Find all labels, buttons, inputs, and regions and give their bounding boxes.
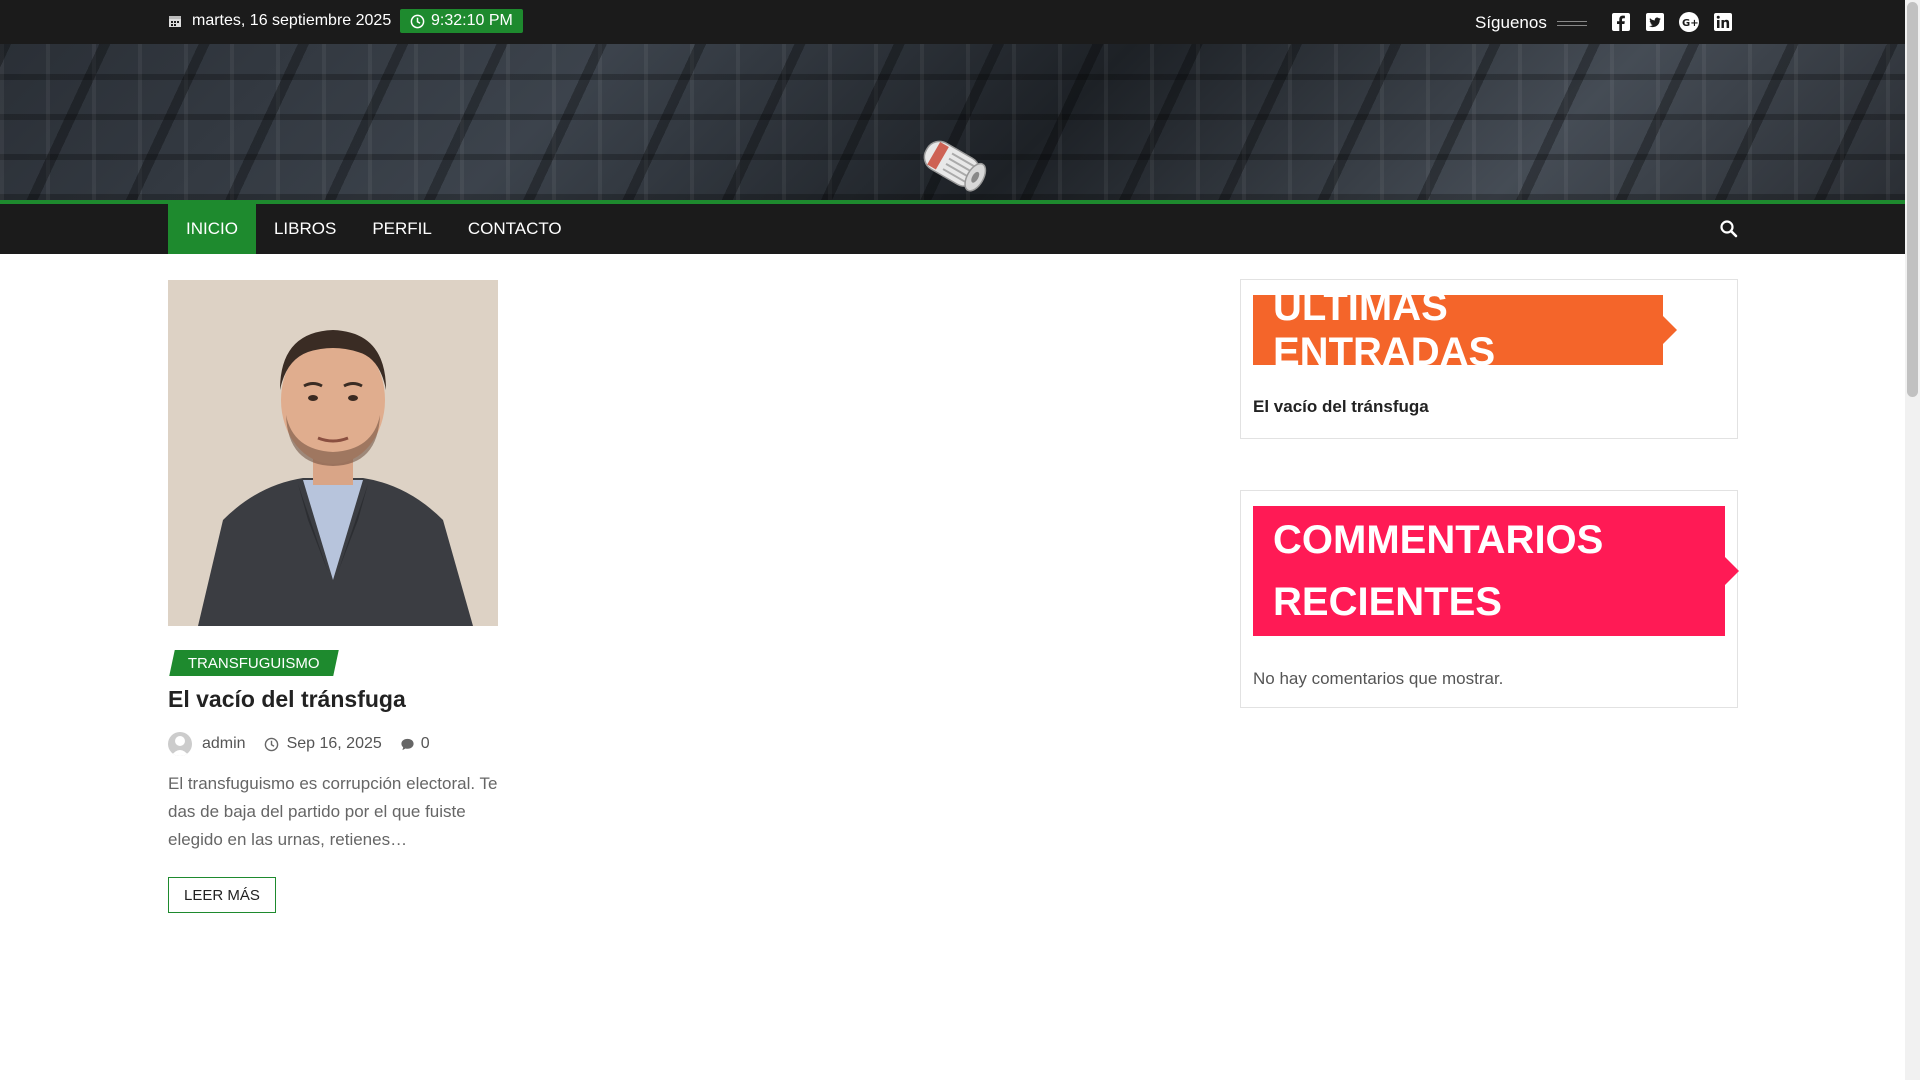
post-excerpt: El transfuguismo es corrupción electoral…: [168, 774, 498, 849]
nav-item-libros[interactable]: LIBROS: [256, 204, 354, 254]
nav-item-contacto[interactable]: CONTACTO: [450, 204, 580, 254]
clock-time: 9:32:10 PM: [431, 12, 513, 29]
no-comments-text: No hay comentarios que mostrar.: [1253, 669, 1504, 688]
author-name[interactable]: admin: [202, 735, 246, 753]
recent-comments-title: COMMENTARIOS RECIENTES: [1273, 518, 1604, 624]
current-date: martes, 16 septiembre 2025: [168, 12, 391, 30]
post-meta: admin Sep 16, 2025 0: [168, 732, 448, 756]
read-more-button[interactable]: LEER MÁS: [168, 877, 276, 913]
follow-label: Síguenos: [1475, 13, 1587, 33]
post-date[interactable]: Sep 16, 2025: [287, 735, 382, 753]
follow-divider: [1556, 20, 1587, 26]
follow-text: Síguenos: [1475, 13, 1547, 32]
post-title[interactable]: El vacío del tránsfuga: [168, 686, 406, 713]
svg-text:G+: G+: [1682, 18, 1699, 29]
date-text: martes, 16 septiembre 2025: [192, 12, 392, 29]
latest-post-link[interactable]: El vacío del tránsfuga: [1253, 397, 1429, 417]
post-featured-image[interactable]: [168, 280, 498, 626]
user-icon: [171, 736, 189, 756]
clock-icon: [264, 737, 278, 751]
author-avatar[interactable]: [168, 732, 192, 756]
category-badge[interactable]: TRANSFUGUISMO: [169, 650, 339, 676]
google-plus-icon[interactable]: G+: [1678, 11, 1700, 33]
social-links: G+: [1610, 11, 1734, 33]
nav-item-perfil[interactable]: PERFIL: [354, 204, 450, 254]
person-photo: [168, 280, 498, 626]
newspaper-logo-icon[interactable]: [900, 120, 1000, 200]
widget-title: ÚLTIMAS ENTRADAS: [1253, 285, 1677, 374]
main-navigation: INICIO LIBROS PERFIL CONTACTO: [0, 200, 1905, 254]
clock-icon: [410, 14, 425, 28]
calendar-icon: [169, 16, 181, 27]
latest-posts-title: ÚLTIMAS ENTRADAS: [1273, 285, 1496, 374]
nav-item-inicio[interactable]: INICIO: [168, 204, 256, 254]
clock-badge: 9:32:10 PM: [400, 9, 523, 33]
search-icon[interactable]: [1718, 218, 1740, 240]
category-label: TRANSFUGUISMO: [188, 654, 320, 672]
top-bar: martes, 16 septiembre 2025 9:32:10 PM Sí…: [0, 0, 1905, 44]
linkedin-icon[interactable]: [1712, 11, 1734, 33]
latest-posts-widget: ÚLTIMAS ENTRADAS El vacío del tránsfuga: [1240, 279, 1738, 439]
widget-title: COMMENTARIOS RECIENTES: [1253, 506, 1739, 636]
recent-comments-widget: COMMENTARIOS RECIENTES No hay comentario…: [1240, 490, 1739, 708]
comment-count[interactable]: 0: [421, 735, 430, 753]
scrollbar-thumb[interactable]: [1907, 2, 1918, 397]
facebook-icon[interactable]: [1610, 11, 1632, 33]
comment-icon: [401, 738, 414, 750]
header-banner: [0, 44, 1905, 200]
twitter-icon[interactable]: [1644, 11, 1666, 33]
